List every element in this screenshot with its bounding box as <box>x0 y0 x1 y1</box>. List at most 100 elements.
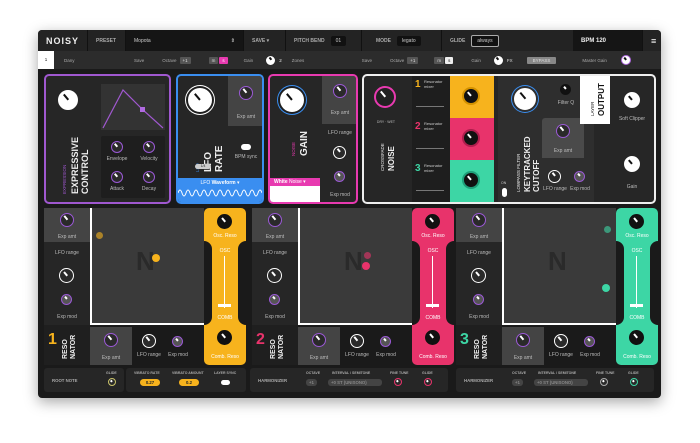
resonator-comb-exp-mod-knob[interactable] <box>584 336 595 347</box>
save-button[interactable]: SAVE <box>252 38 265 44</box>
resonator-exp-mod-knob[interactable] <box>61 294 72 305</box>
resonator-exp-mod-knob[interactable] <box>473 294 484 305</box>
vibrato-amount-slider[interactable]: 0.2 <box>179 379 199 386</box>
noise-exp-amt-knob[interactable] <box>333 84 347 98</box>
menu-icon[interactable]: ≡ <box>643 30 661 51</box>
harmonizer-interval-select[interactable]: +0 ST (UNISONO) <box>534 379 588 386</box>
layer-1-gain-knob[interactable] <box>266 55 276 65</box>
resonator-xy-pad[interactable]: N <box>502 208 616 325</box>
lfo-rate-knob[interactable] <box>188 88 212 112</box>
filter-lfo-range-knob[interactable] <box>548 170 561 183</box>
layer-2-octave-select[interactable]: +1 <box>407 56 419 64</box>
master-gain-knob[interactable] <box>620 55 631 65</box>
layer-2-gain-knob[interactable] <box>493 55 503 65</box>
osc-comb-slider[interactable] <box>636 256 637 308</box>
osc-comb-slider[interactable] <box>432 256 433 308</box>
resonator-lfo-range-knob[interactable] <box>267 268 282 283</box>
harmonizer-octave-select[interactable]: +1 <box>306 379 317 386</box>
layer-sync-toggle[interactable] <box>221 380 230 385</box>
layer-2-mute[interactable]: m <box>434 56 445 64</box>
mixer-2-pan-slider[interactable] <box>416 148 444 149</box>
filter-exp-mod-knob[interactable] <box>574 171 585 182</box>
resonator-lfo-range-knob[interactable] <box>471 268 486 283</box>
layer-1-solo[interactable]: s <box>219 56 228 64</box>
resonator-comb-exp-mod-knob[interactable] <box>172 336 183 347</box>
xy-handle[interactable] <box>602 284 610 292</box>
resonator-comb-lfo-range-knob[interactable] <box>350 334 364 348</box>
glide-select[interactable]: always <box>471 34 499 47</box>
resonator-comb-lfo-range-knob[interactable] <box>142 334 156 348</box>
mixer-3-pan-slider[interactable] <box>416 190 444 191</box>
harmonizer-glide-knob[interactable] <box>424 378 432 386</box>
noise-exp-mod-knob[interactable] <box>334 171 345 182</box>
layer-1-name[interactable]: Dany <box>64 58 124 63</box>
soft-clipper-knob[interactable] <box>624 92 640 108</box>
layer-1-mute[interactable]: m <box>208 56 219 64</box>
resonator-lfo-range-knob[interactable] <box>59 268 74 283</box>
noise-lfo-range-knob[interactable] <box>333 146 346 159</box>
osc-reso-knob[interactable] <box>629 214 644 229</box>
osc-comb-slider-handle[interactable] <box>426 304 439 307</box>
mixer-3-knob[interactable] <box>462 171 480 189</box>
preset-select[interactable]: Mopota <box>134 38 151 44</box>
mixer-1-knob[interactable] <box>462 87 480 105</box>
lfo-exp-amt-knob[interactable] <box>239 86 253 100</box>
xy-handle[interactable] <box>362 262 370 270</box>
bpm-sync-toggle[interactable] <box>241 144 251 150</box>
filter-on-toggle[interactable] <box>502 188 507 197</box>
pitch-bend-select[interactable]: 01 <box>330 35 347 46</box>
resonator-comb-exp-amt-knob[interactable] <box>312 333 326 347</box>
lfo-slider-value[interactable]: 1/4 <box>195 164 211 169</box>
crossfade-knob[interactable] <box>374 86 396 108</box>
output-gain-knob[interactable] <box>624 156 640 172</box>
harmonizer-octave-select[interactable]: +1 <box>512 379 523 386</box>
layer-2-save[interactable]: Save <box>362 58 372 63</box>
resonator-exp-amt-knob[interactable] <box>60 213 74 227</box>
resonator-exp-amt-knob[interactable] <box>268 213 282 227</box>
resonator-comb-lfo-range-knob[interactable] <box>554 334 568 348</box>
osc-comb-slider-handle[interactable] <box>218 304 231 307</box>
harmonizer-fine-tune-knob[interactable] <box>600 378 608 386</box>
resonator-exp-mod-knob[interactable] <box>269 294 280 305</box>
root-glide-knob[interactable] <box>108 378 116 386</box>
resonator-exp-amt-knob[interactable] <box>472 213 486 227</box>
decay-knob[interactable] <box>143 171 155 183</box>
layer-1-save[interactable]: Save <box>134 58 144 63</box>
expression-knob[interactable] <box>58 90 78 110</box>
comb-reso-knob[interactable] <box>629 330 644 345</box>
osc-comb-slider-handle[interactable] <box>630 304 643 307</box>
comb-reso-knob[interactable] <box>425 330 440 345</box>
harmonizer-fine-tune-knob[interactable] <box>394 378 402 386</box>
layer-1-octave-select[interactable]: +1 <box>179 56 191 64</box>
layer-1-tab[interactable]: 1 <box>38 51 54 69</box>
osc-comb-slider[interactable] <box>224 256 225 308</box>
resonator-comb-exp-amt-knob[interactable] <box>516 333 530 347</box>
velocity-knob[interactable] <box>143 141 155 153</box>
layer-2-tab[interactable]: 2 <box>279 58 282 63</box>
layer-2-solo[interactable]: s <box>445 56 454 64</box>
resonator-xy-pad[interactable]: N <box>90 208 204 325</box>
noise-gain-knob[interactable] <box>280 88 304 112</box>
osc-reso-knob[interactable] <box>425 214 440 229</box>
bypass-button[interactable]: BYPASS <box>526 56 557 64</box>
filter-exp-amt-knob[interactable] <box>556 124 570 138</box>
harmonizer-glide-knob[interactable] <box>630 378 638 386</box>
noise-type-select[interactable]: White Noise ▾ <box>270 178 320 186</box>
filter-q-knob[interactable] <box>560 84 571 95</box>
xy-handle[interactable] <box>152 254 160 262</box>
mixer-1-pan-slider[interactable] <box>416 106 444 107</box>
envelope-knob[interactable] <box>111 141 123 153</box>
layer-2-name[interactable]: Zones <box>292 58 342 63</box>
mixer-2-knob[interactable] <box>462 129 480 147</box>
lfo-waveform-selector[interactable]: LFO Waveform ▾ <box>178 178 262 202</box>
envelope-graph[interactable] <box>101 84 165 130</box>
cutoff-knob[interactable] <box>514 88 536 110</box>
attack-knob[interactable] <box>111 171 123 183</box>
resonator-comb-exp-amt-knob[interactable] <box>104 333 118 347</box>
osc-reso-knob[interactable] <box>217 214 232 229</box>
resonator-xy-pad[interactable]: N <box>298 208 412 325</box>
comb-reso-knob[interactable] <box>217 330 232 345</box>
mode-select[interactable]: legato <box>397 35 421 46</box>
resonator-comb-exp-mod-knob[interactable] <box>380 336 391 347</box>
harmonizer-interval-select[interactable]: +0 ST (UNISONO) <box>328 379 382 386</box>
